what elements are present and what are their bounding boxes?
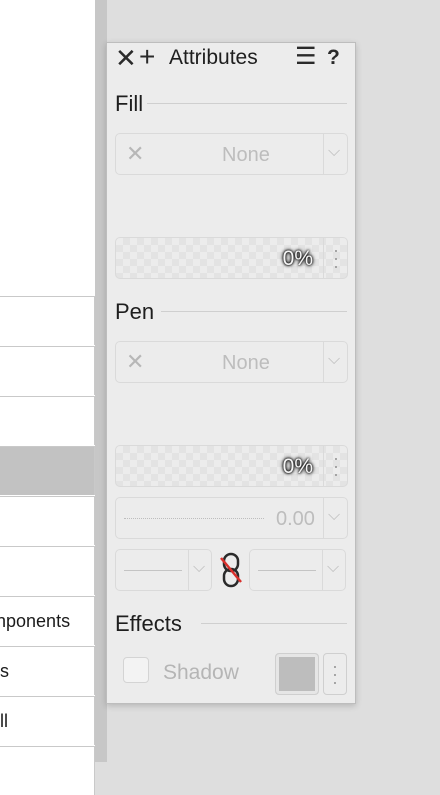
section-divider <box>161 311 347 312</box>
more-dots-icon: · · · <box>332 656 338 692</box>
more-dots-icon[interactable]: · · · <box>333 449 339 483</box>
pen-opacity-value: 0% <box>282 455 313 478</box>
pen-type-value: None <box>222 352 270 374</box>
list-row[interactable] <box>0 546 95 595</box>
section-divider <box>147 103 347 104</box>
list-row[interactable] <box>0 746 95 795</box>
divider <box>323 446 324 486</box>
fill-type-dropdown[interactable]: ✕ None ⌵ <box>115 133 348 175</box>
more-dots-icon[interactable]: · · · <box>333 241 339 275</box>
pen-width-value: 0.00 <box>276 508 315 530</box>
list-row[interactable] <box>0 496 95 545</box>
close-icon[interactable]: ✕ <box>115 44 137 72</box>
list-row[interactable]: nponents <box>0 596 95 645</box>
effects-section-title: Effects <box>115 611 182 636</box>
divider <box>323 498 324 538</box>
divider <box>323 238 324 278</box>
fill-type-value: None <box>222 144 270 166</box>
end-arrow-dropdown[interactable]: ⌵ <box>249 549 346 591</box>
fill-section-title: Fill <box>115 91 144 116</box>
shadow-color-swatch[interactable] <box>275 653 319 695</box>
panel-titlebar[interactable]: ✕ + Attributes ☰ ? <box>107 43 355 73</box>
list-row[interactable] <box>0 296 95 345</box>
list-row-selected[interactable] <box>0 446 95 495</box>
divider <box>323 134 324 174</box>
hamburger-menu-icon[interactable]: ☰ <box>295 43 317 71</box>
divider <box>188 550 189 590</box>
list-row[interactable] <box>0 346 95 395</box>
dash-style-preview <box>124 518 264 519</box>
arrow-preview <box>258 570 316 571</box>
pen-opacity-field[interactable]: 0% · · · <box>115 445 348 487</box>
divider <box>323 342 324 382</box>
list-row[interactable] <box>0 396 95 445</box>
fill-opacity-value: 0% <box>282 247 313 270</box>
cross-icon: ✕ <box>126 141 145 166</box>
chevron-down-icon[interactable]: ⌵ <box>327 559 339 577</box>
list-row[interactable]: s <box>0 646 95 695</box>
shadow-label: Shadow <box>163 661 239 684</box>
chevron-down-icon[interactable]: ⌵ <box>328 351 340 369</box>
chevron-down-icon[interactable]: ⌵ <box>328 143 340 161</box>
list-row[interactable]: ll <box>0 696 95 745</box>
row-label: ll <box>0 711 8 731</box>
pen-section-title: Pen <box>115 299 155 324</box>
arrow-preview <box>124 570 182 571</box>
attributes-panel: ✕ + Attributes ☰ ? Fill ✕ None ⌵ 0% · · · … <box>106 42 356 704</box>
divider <box>322 550 323 590</box>
chevron-down-icon[interactable]: ⌵ <box>328 507 340 525</box>
shadow-more-button[interactable]: · · · <box>323 653 347 695</box>
pen-width-field[interactable]: 0.00 ⌵ <box>115 497 348 539</box>
row-label: nponents <box>0 611 71 631</box>
fill-opacity-field[interactable]: 0% · · · <box>115 237 348 279</box>
section-divider <box>201 623 347 624</box>
start-arrow-dropdown[interactable]: ⌵ <box>115 549 212 591</box>
shadow-checkbox[interactable] <box>123 657 149 683</box>
link-broken-icon[interactable] <box>218 551 244 589</box>
help-icon[interactable]: ? <box>327 44 340 72</box>
plus-icon[interactable]: + <box>139 43 155 71</box>
pen-type-dropdown[interactable]: ✕ None ⌵ <box>115 341 348 383</box>
row-label: s <box>0 661 9 681</box>
chevron-down-icon[interactable]: ⌵ <box>193 559 205 577</box>
cross-icon: ✕ <box>126 349 145 374</box>
panel-title: Attributes <box>169 46 258 69</box>
